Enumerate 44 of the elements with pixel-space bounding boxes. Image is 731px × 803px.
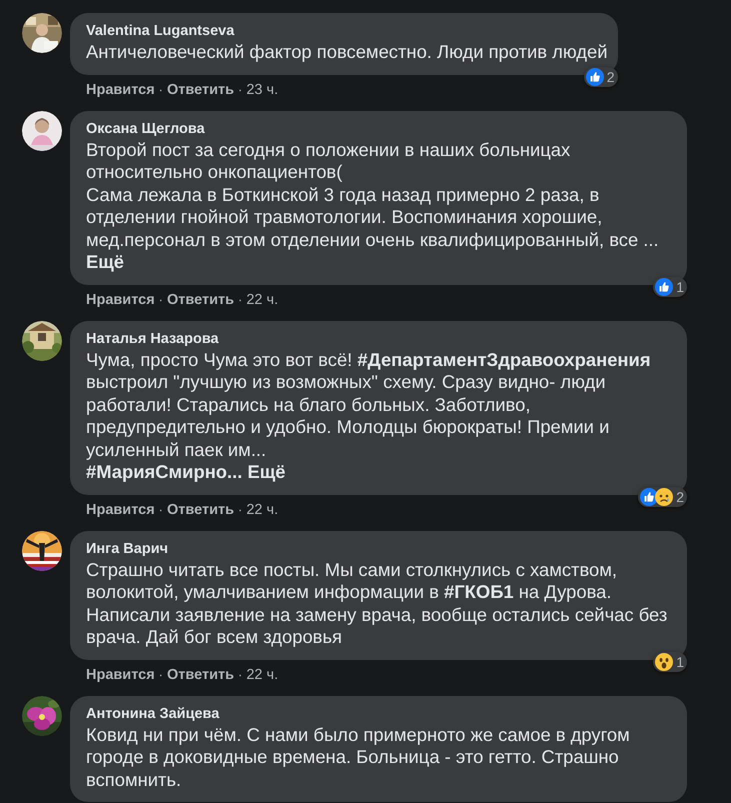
reaction-count: 1 bbox=[676, 278, 684, 294]
see-more-link[interactable]: Ещё bbox=[248, 461, 286, 482]
reactions-badge[interactable]: 1 bbox=[653, 276, 687, 296]
reaction-count: 2 bbox=[606, 68, 615, 84]
separator-dot: · bbox=[238, 292, 242, 307]
thumbs-up-icon bbox=[655, 278, 674, 296]
separator-dot: · bbox=[238, 667, 242, 682]
separator-dot: · bbox=[238, 502, 242, 517]
separator-dot: · bbox=[158, 82, 163, 97]
like-link[interactable]: Нравится bbox=[86, 666, 155, 682]
reactions-badge[interactable]: 2 bbox=[584, 66, 618, 86]
comment-text: Чума, просто Чума это вот всё! #ДепартаментЗдравоохранения выстроил "лучшую из возможных" схему. Сразу видно- люди работали! Старались на благо больных. Заботливо, предупредительно и удобно. Молодцы бюрократы! Премии и усиленный паек им... #МарияСмирно... Ещё bbox=[86, 348, 652, 484]
author-name[interactable]: Инга Варич bbox=[86, 540, 677, 558]
like-link[interactable]: Нравится bbox=[86, 292, 155, 308]
author-name[interactable]: Valentina Lugantseva bbox=[86, 22, 608, 41]
separator-dot: · bbox=[158, 667, 163, 682]
reaction-count: 1 bbox=[676, 654, 684, 670]
surprised-face-icon bbox=[655, 652, 674, 670]
author-name[interactable]: Наталья Назарова bbox=[86, 330, 677, 348]
timestamp[interactable]: 23 ч. bbox=[246, 82, 278, 98]
separator-dot: · bbox=[158, 502, 163, 517]
reactions-badge[interactable]: 1 bbox=[653, 652, 687, 672]
separator-dot: · bbox=[238, 82, 242, 97]
like-link[interactable]: Нравится bbox=[86, 82, 155, 98]
author-name[interactable]: Оксана Щеглова bbox=[86, 120, 677, 138]
timestamp[interactable]: 22 ч. bbox=[246, 502, 278, 518]
thumbs-up-icon bbox=[586, 68, 604, 86]
comment-text: Второй пост за сегодня о положении в наших больницах относительно онкопациентов( Сама лежала в Боткинской 3 года назад примерно 2 раза, в отделении гнойной травмотологии. Воспоминания хорошие, мед.персонал в этом отделении очень квалифицированный, все ... Ещё bbox=[86, 138, 660, 274]
reaction-count: 2 bbox=[676, 488, 684, 504]
comment-text: Ковид ни при чём. С нами было примерното же самое в другом городе в доковидные времена. Больница - это гетто. Страшно вспомнить. bbox=[86, 724, 631, 791]
timestamp[interactable]: 22 ч. bbox=[246, 292, 278, 308]
reply-link[interactable]: Ответить bbox=[167, 292, 234, 308]
reply-link[interactable]: Ответить bbox=[167, 82, 234, 98]
comment-text: Античеловеческий фактор повсеместно. Люди против людей bbox=[86, 41, 608, 64]
reply-link[interactable]: Ответить bbox=[167, 666, 234, 682]
like-link[interactable]: Нравится bbox=[86, 502, 155, 518]
sad-face-icon bbox=[655, 488, 674, 506]
see-more-link[interactable]: Ещё bbox=[86, 251, 124, 272]
comment-text: Страшно читать все посты. Мы сами столкнулись с хамством, волокитой, умалчиванием информации в #ГКОБ1 на Дурова. Написали заявление на замену врача, вообще остались сейчас без врача. Дай бог всем здоровья bbox=[86, 558, 668, 648]
author-name[interactable]: Антонина Зайцева bbox=[86, 704, 677, 724]
timestamp[interactable]: 22 ч. bbox=[246, 666, 278, 682]
reactions-badge[interactable]: 2 bbox=[638, 486, 687, 506]
separator-dot: · bbox=[158, 292, 163, 307]
reply-link[interactable]: Ответить bbox=[167, 502, 234, 518]
